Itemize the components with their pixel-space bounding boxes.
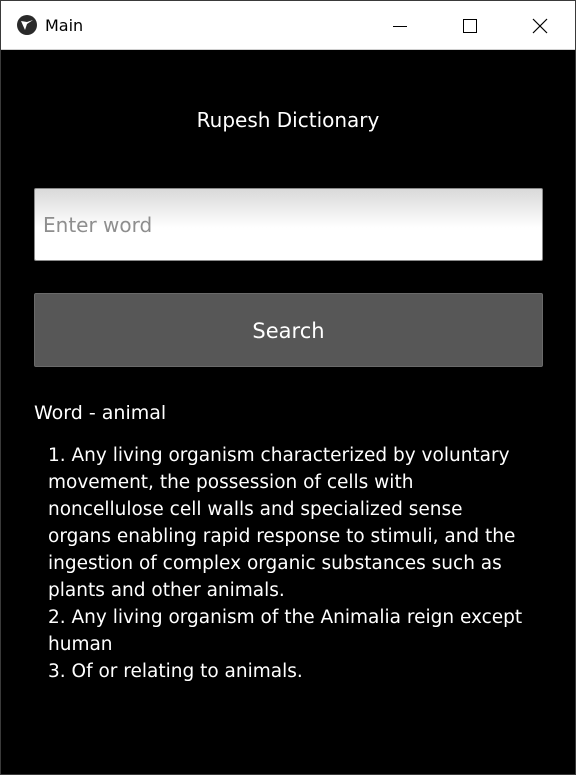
title-bar[interactable]: Main [1,1,575,50]
result-word-label: Word - animal [34,402,167,424]
window-title: Main [45,16,84,35]
close-button[interactable] [505,1,575,49]
main-content: Rupesh Dictionary Search Word - animal 1… [1,50,575,774]
minimize-icon [393,26,407,27]
app-heading: Rupesh Dictionary [196,108,380,132]
minimize-button[interactable] [365,1,435,49]
search-button[interactable]: Search [34,293,543,367]
maximize-icon [463,19,477,33]
definitions-text: 1. Any living organism characterized by … [48,445,523,682]
maximize-button[interactable] [435,1,505,49]
app-window: Main Rupesh Dictionary Search Word - ani… [0,0,576,775]
close-icon [532,18,548,34]
kivy-logo-icon [17,15,37,35]
word-input[interactable] [34,188,543,261]
